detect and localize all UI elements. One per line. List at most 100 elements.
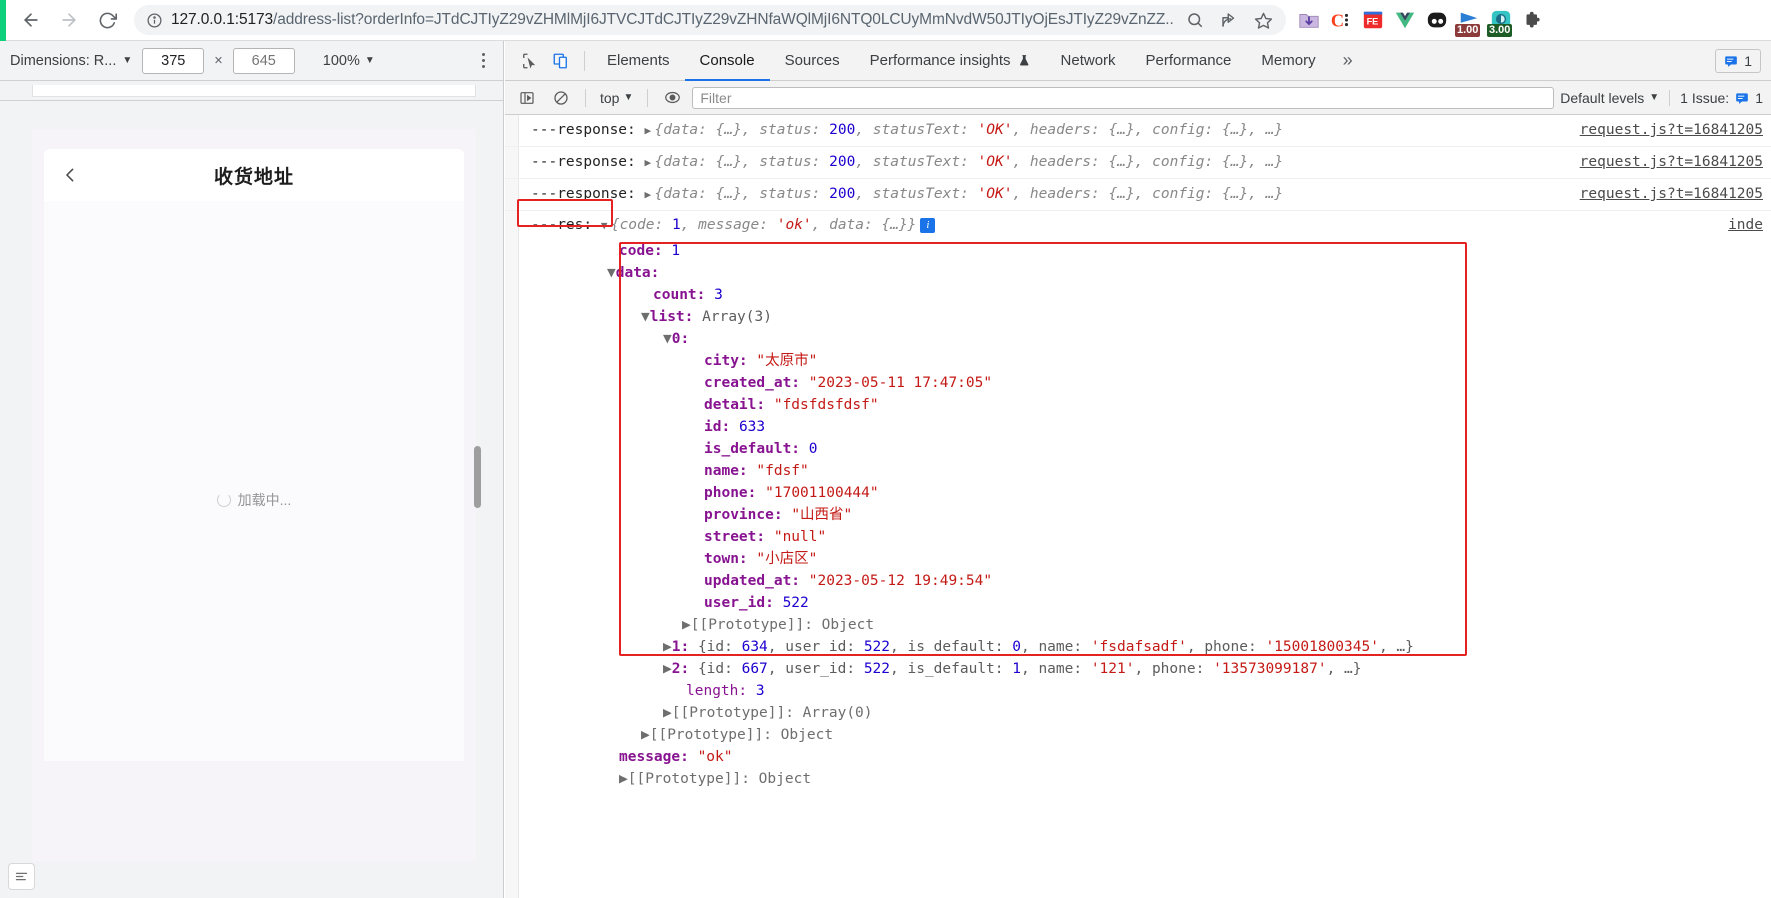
- prop-key: is_default:: [704, 441, 801, 457]
- tree-row-message: message: "ok": [531, 746, 1771, 768]
- console-log-row[interactable]: ---response: ▶ {data: {…}, status: 200, s…: [505, 147, 1771, 179]
- console-log-row[interactable]: ---response: ▶ {data: {…}, status: 200, s…: [505, 115, 1771, 147]
- video-speed-controller-extension-icon[interactable]: 1.00: [1454, 5, 1484, 37]
- issue-message-icon: [1725, 55, 1738, 67]
- expand-arrow-icon[interactable]: ▶: [641, 727, 650, 743]
- address-bar[interactable]: 127.0.0.1:5173/address-list?orderInfo=JT…: [134, 5, 1286, 35]
- tab-console[interactable]: Console: [685, 41, 770, 81]
- expand-arrow-icon[interactable]: ▶: [682, 617, 691, 633]
- tree-row-item0-prototype[interactable]: ▶[[Prototype]]: Object: [531, 614, 1771, 636]
- log-source-link[interactable]: request.js?t=16841205: [1573, 179, 1763, 209]
- devtools-panel: Elements Console Sources Performance ins…: [505, 41, 1771, 898]
- prop-key: list:: [649, 309, 694, 325]
- chevron-left-icon[interactable]: [62, 167, 79, 184]
- forward-button[interactable]: [52, 3, 86, 37]
- flask-icon: [1019, 55, 1028, 66]
- array-index: 2:: [671, 661, 690, 677]
- prototype-label: [[Prototype]]: Object: [627, 771, 812, 787]
- collapse-arrow-icon[interactable]: ▼: [607, 265, 616, 281]
- prop-value: 0: [808, 441, 818, 457]
- console-filter-input[interactable]: [692, 86, 1555, 109]
- console-sidebar-toggle-button[interactable]: [513, 86, 541, 110]
- tab-network[interactable]: Network: [1046, 41, 1131, 81]
- expand-arrow-icon[interactable]: ▶: [663, 705, 672, 721]
- expand-arrow-icon[interactable]: ▶: [663, 661, 672, 677]
- tree-row-item2[interactable]: ▶2: {id: 667, user_id: 522, is_default: …: [531, 658, 1771, 680]
- download-folder-extension-icon[interactable]: [1294, 5, 1324, 35]
- issues-summary-button[interactable]: 1 Issue: 1: [1669, 89, 1763, 106]
- url-query: JTdCJTIyZ29vZHMlMjI6JTVCJTdCJTIyZ29vZHNf…: [433, 11, 1174, 28]
- log-source-link[interactable]: request.js?t=16841205: [1573, 115, 1763, 145]
- viewport-scrollbar[interactable]: [474, 446, 481, 508]
- app-header: 收货地址: [44, 149, 464, 201]
- dark-reader-extension-icon[interactable]: [1422, 5, 1452, 35]
- chevron-double-right-icon[interactable]: »: [1331, 50, 1365, 71]
- tree-row-list[interactable]: ▼list: Array(3): [531, 306, 1771, 328]
- vue-devtools-extension-icon[interactable]: [1390, 5, 1420, 35]
- clickup-extension-icon[interactable]: C: [1326, 5, 1356, 35]
- expand-arrow-icon[interactable]: ▶: [645, 116, 655, 146]
- expand-arrow-icon[interactable]: ▶: [619, 771, 628, 787]
- collapse-arrow-icon[interactable]: ▼: [663, 331, 672, 347]
- console-log-row[interactable]: ---response: ▶ {data: {…}, status: 200, s…: [505, 179, 1771, 211]
- live-expression-button[interactable]: [658, 86, 686, 110]
- share-icon[interactable]: [1216, 7, 1242, 33]
- reload-button[interactable]: [90, 3, 124, 37]
- bookmark-star-icon[interactable]: [1250, 7, 1276, 33]
- window-edge-accent: [0, 0, 6, 41]
- array-index: 0:: [671, 331, 690, 347]
- device-more-options-button[interactable]: [481, 52, 485, 69]
- info-badge-icon[interactable]: i: [920, 217, 936, 233]
- prototype-label: [[Prototype]]: Object: [649, 727, 834, 743]
- back-button[interactable]: [14, 3, 48, 37]
- expand-arrow-icon[interactable]: ▶: [663, 639, 672, 655]
- expand-arrow-icon[interactable]: ▶: [645, 148, 655, 178]
- site-info-icon[interactable]: [146, 12, 163, 29]
- tree-row-data[interactable]: ▼data:: [519, 262, 1771, 284]
- zoom-dropdown[interactable]: 100% ▼: [323, 53, 375, 69]
- collapse-arrow-icon[interactable]: ▼: [641, 309, 650, 325]
- console-log-row-res[interactable]: ---res: ▼ {code: 1, message: 'ok', data: …: [505, 211, 1771, 240]
- tab-performance-insights[interactable]: Performance insights: [855, 41, 1046, 81]
- log-label: ---response:: [531, 186, 636, 202]
- expand-arrow-icon[interactable]: ▶: [645, 180, 655, 210]
- tree-row-root-prototype[interactable]: ▶[[Prototype]]: Object: [531, 768, 1771, 790]
- clear-console-button[interactable]: [547, 86, 575, 110]
- console-drawer-toggle[interactable]: [8, 863, 35, 890]
- inspect-element-button[interactable]: [513, 46, 545, 76]
- tree-row-prop: street: "null": [531, 526, 1771, 548]
- collapse-arrow-icon[interactable]: ▼: [601, 212, 611, 240]
- prop-value: 3: [755, 683, 765, 699]
- prop-value: "fdsfdsfdsf": [773, 397, 879, 413]
- tree-row-code: code: 1: [531, 240, 1771, 262]
- log-label: ---response:: [531, 154, 636, 170]
- tab-sources[interactable]: Sources: [770, 41, 855, 81]
- issues-counter-button[interactable]: 1: [1715, 48, 1761, 73]
- log-source-link[interactable]: request.js?t=16841205: [1573, 147, 1763, 177]
- tree-row-item1[interactable]: ▶1: {id: 634, user_id: 522, is_default: …: [531, 636, 1771, 658]
- tab-label: Sources: [784, 52, 840, 69]
- tree-row-data-prototype[interactable]: ▶[[Prototype]]: Object: [531, 724, 1771, 746]
- prop-key: message:: [619, 749, 689, 765]
- dimensions-label: Dimensions: R...: [10, 52, 117, 69]
- toggle-device-toolbar-button[interactable]: [545, 46, 577, 76]
- tree-row-item0[interactable]: ▼0:: [531, 328, 1771, 350]
- tab-elements[interactable]: Elements: [592, 41, 685, 81]
- viewport-height-input[interactable]: [232, 47, 295, 74]
- extensions-puzzle-icon[interactable]: [1518, 5, 1548, 35]
- video-speed-extension-icon[interactable]: 3.00: [1486, 5, 1516, 37]
- dimensions-dropdown[interactable]: Dimensions: R... ▼: [10, 53, 132, 69]
- javascript-context-selector[interactable]: top ▼: [596, 90, 637, 106]
- loading-indicator: 加载中...: [216, 239, 291, 761]
- tab-performance[interactable]: Performance: [1131, 41, 1247, 81]
- tree-row-array-prototype[interactable]: ▶[[Prototype]]: Array(0): [531, 702, 1771, 724]
- prop-value: 1: [671, 243, 681, 259]
- tab-memory[interactable]: Memory: [1246, 41, 1330, 81]
- chevron-down-icon: ▼: [122, 55, 133, 66]
- log-levels-dropdown[interactable]: Default levels ▼: [1560, 90, 1659, 106]
- viewport-width-input[interactable]: [142, 47, 205, 74]
- prop-key: name:: [704, 463, 748, 479]
- fe-helper-extension-icon[interactable]: FE: [1358, 5, 1388, 35]
- zoom-out-icon[interactable]: [1182, 7, 1208, 33]
- log-source-link[interactable]: inde: [1722, 211, 1763, 239]
